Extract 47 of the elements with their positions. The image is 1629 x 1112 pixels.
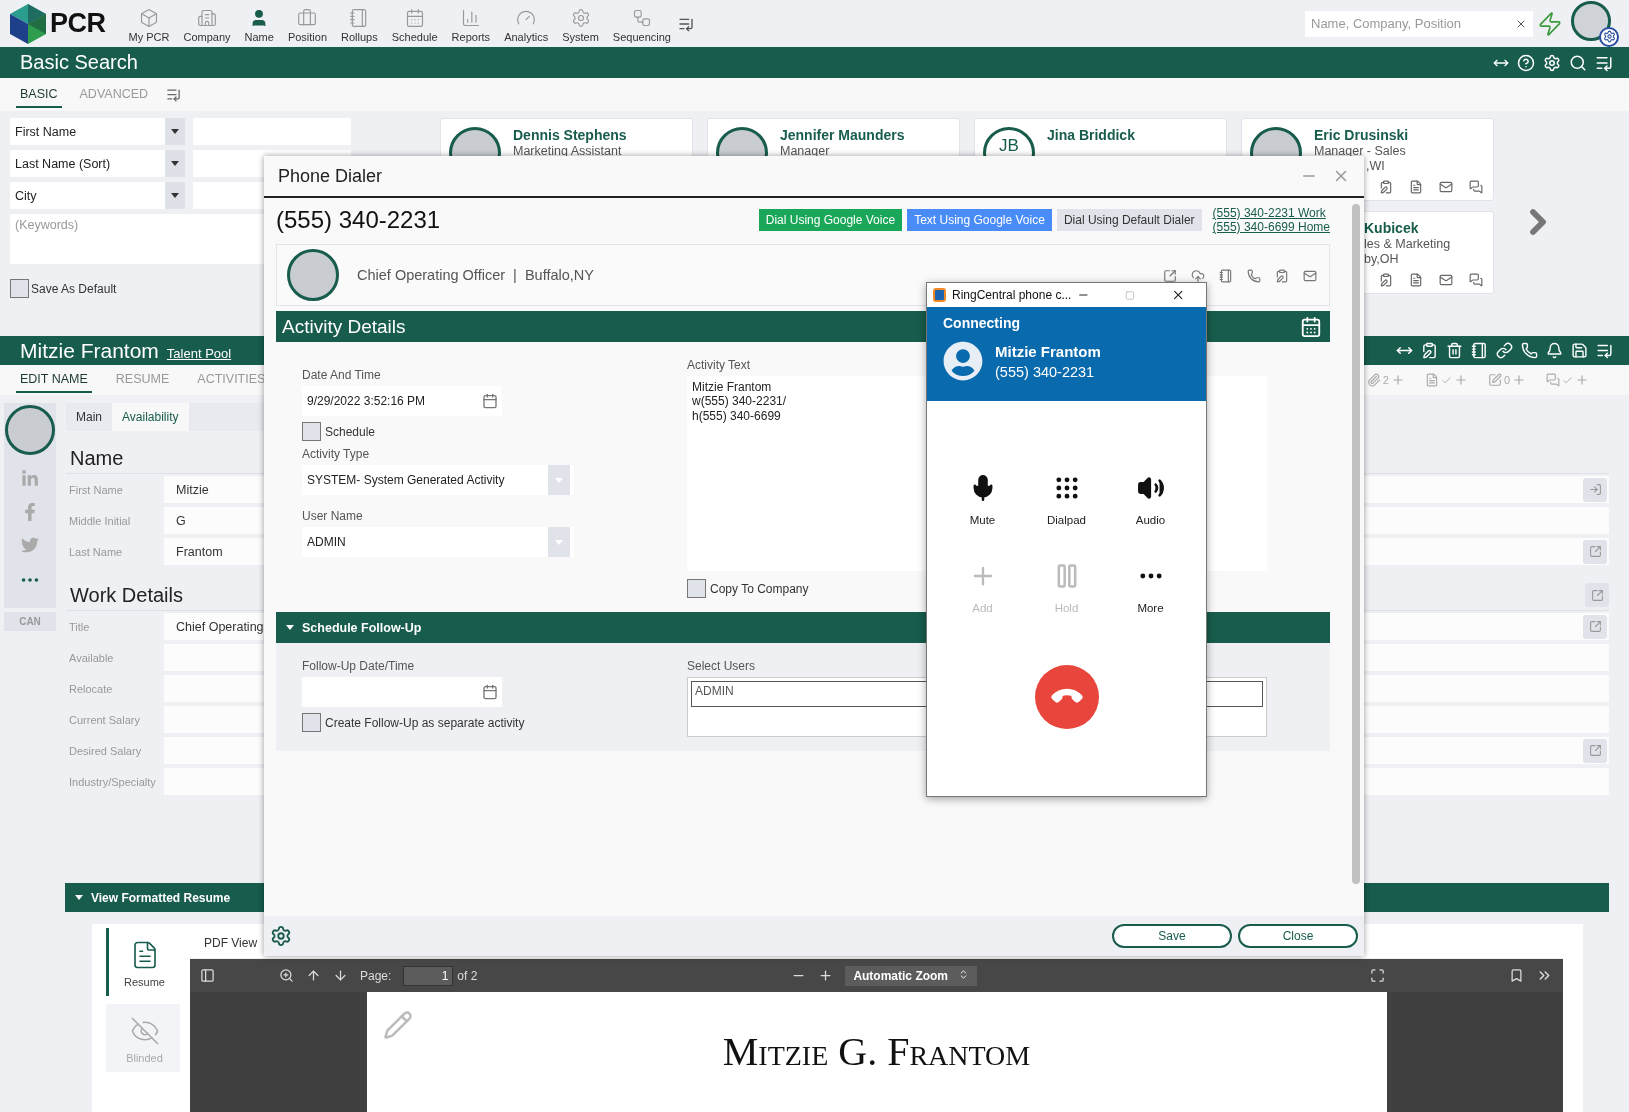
checkbox-label: Schedule <box>325 424 376 439</box>
card-name: Dennis Stephens <box>513 127 627 143</box>
field-label: Industry/Specialty <box>68 775 157 788</box>
window-title: Phone Dialer <box>278 165 383 187</box>
field-label: Follow-Up Date/Time <box>302 659 416 673</box>
section-title: Activity Details <box>282 315 406 338</box>
card-detail: Marketing Assistant <box>513 144 623 158</box>
page-title: Basic Search <box>20 51 138 74</box>
contact-summary: Chief Operating Officer | Buffalo,NY <box>357 267 594 283</box>
card-detail: ,WI <box>1365 159 1386 173</box>
card-detail: Manager <box>780 144 831 158</box>
field-label: Middle Initial <box>68 514 132 527</box>
card-detail: Manager - Sales <box>1314 144 1407 158</box>
caller-name: Mitzie Frantom <box>995 342 1101 360</box>
field-label: Activity Type <box>302 447 371 461</box>
field-label: Last Name <box>68 545 124 558</box>
field-label: Current Salary <box>68 713 141 726</box>
record-type-badge: CAN <box>4 612 56 631</box>
window-title: RingCentral phone c... <box>952 288 1072 302</box>
field-label: Available <box>68 651 115 664</box>
checkbox-label: Create Follow-Up as separate activity <box>325 715 525 730</box>
card-name: Eric Drusinski <box>1314 127 1409 143</box>
field-label: Date And Time <box>302 368 382 382</box>
caller-number: (555) 340-2231 <box>995 363 1096 380</box>
field-label: Desired Salary <box>68 744 143 757</box>
checkbox-label: Copy To Company <box>710 581 809 596</box>
call-status: Connecting <box>943 315 1021 331</box>
section-title: Work Details <box>70 583 183 607</box>
field-label: Title <box>68 620 91 633</box>
card-name: Kubicek <box>1364 220 1420 236</box>
field-label: First Name <box>68 483 124 496</box>
card-detail: by,OH <box>1364 252 1400 266</box>
page-label: Page: <box>360 968 392 983</box>
counter-value: 0 <box>1503 374 1510 386</box>
page-count: of 2 <box>457 968 478 983</box>
field-label: User Name <box>302 509 364 523</box>
section-title: Name <box>70 447 124 470</box>
checkbox-label: Save As Default <box>31 281 117 296</box>
document-heading: Mitzie G. Frantom <box>722 1028 1031 1075</box>
field-label: Select Users <box>687 659 757 673</box>
field-label: Relocate <box>68 682 114 695</box>
card-name: Jennifer Maunders <box>780 127 905 143</box>
counter-value: 2 <box>1382 374 1389 386</box>
logo-text: PCR <box>50 8 106 39</box>
card-detail: les & Marketing <box>1364 237 1451 251</box>
record-name: Mitzie Frantom <box>20 338 159 362</box>
card-name: Jina Briddick <box>1047 127 1135 143</box>
